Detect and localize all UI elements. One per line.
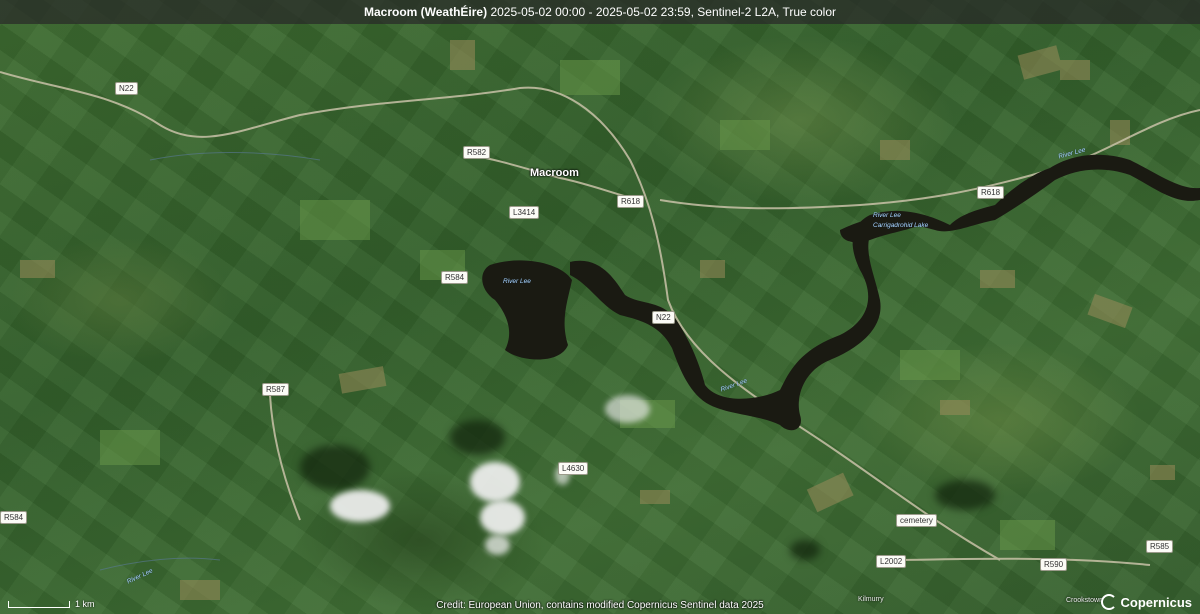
map-title-details: 2025-05-02 00:00 - 2025-05-02 23:59, Sen… (490, 5, 837, 19)
road-label-cemetery: cemetery (896, 514, 937, 527)
roads-and-water (0, 71, 1200, 571)
map-title-place: Macroom (WeathÉire) (363, 5, 488, 19)
road-label-l3414: L3414 (509, 206, 540, 219)
stream (99, 557, 221, 571)
place-label-macroom: Macroom (530, 167, 579, 179)
satellite-map[interactable]: Macroom (WeathÉire) 2025-05-02 00:00 - 2… (0, 0, 1200, 614)
road-label-r584: R584 (0, 511, 28, 524)
map-title-bar: Macroom (WeathÉire) 2025-05-02 00:00 - 2… (0, 0, 1200, 24)
road-label-l4630: L4630 (558, 462, 589, 475)
cloud (470, 462, 520, 502)
reservoir-west (482, 260, 572, 360)
cloud (480, 500, 525, 535)
road-label-r582: R582 (463, 146, 491, 159)
road-label-r584: R584 (441, 271, 469, 284)
road-label-r585: R585 (1146, 540, 1174, 553)
road-label-n22: N22 (115, 82, 138, 95)
copernicus-logo-icon (1101, 594, 1118, 610)
road-label-r590: R590 (1040, 558, 1068, 571)
water-label-river-lee: River Lee (873, 212, 901, 219)
river-lee-channel (570, 154, 1200, 431)
sullane-river (149, 152, 321, 161)
cloud (605, 395, 650, 423)
attribution-credit: Credit: European Union, contains modifie… (436, 600, 764, 611)
copernicus-logo[interactable]: Copernicus (1101, 594, 1192, 610)
cloud (485, 535, 510, 555)
r587-road (269, 394, 301, 521)
copernicus-logo-text: Copernicus (1120, 594, 1192, 610)
l2002-road (879, 557, 1151, 566)
water-label-reservoir: Carrigadrohid Lake (873, 222, 929, 229)
road-label-l2002: L2002 (876, 555, 907, 568)
road-label-n22: N22 (652, 311, 675, 324)
road-label-r587: R587 (262, 383, 290, 396)
road-label-r618: R618 (617, 195, 645, 208)
cloud (330, 490, 390, 522)
water-label-river-lee: River Lee (503, 278, 531, 285)
road-label-r618: R618 (977, 186, 1005, 199)
